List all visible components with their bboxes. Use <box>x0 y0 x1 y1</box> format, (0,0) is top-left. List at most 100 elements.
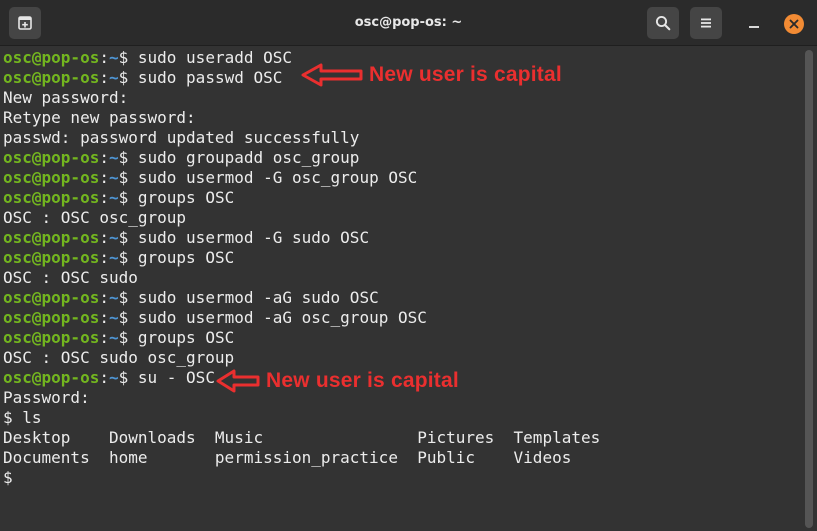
terminal-output-line: passwd: password updated successfully <box>3 128 600 148</box>
prompt-path: ~ <box>108 148 119 167</box>
annotation-callout: New user is capital <box>216 369 459 393</box>
close-icon <box>789 19 799 29</box>
terminal-output-line: Desktop Downloads Music Pictures Templat… <box>3 428 600 448</box>
prompt-path: ~ <box>108 68 119 87</box>
terminal-command-line: osc@pop-os:~$ sudo usermod -aG osc_group… <box>3 308 600 328</box>
terminal-command-line: osc@pop-os:~$ groups OSC <box>3 188 600 208</box>
output-text: Password: <box>3 388 90 407</box>
prompt-colon: : <box>99 248 109 267</box>
terminal-output-line: New password: <box>3 88 600 108</box>
command-text: sudo groupadd osc_group <box>128 148 360 167</box>
prompt-symbol: $ <box>118 228 129 247</box>
minimize-icon <box>749 26 759 28</box>
prompt-path: ~ <box>108 228 119 247</box>
output-text: $ <box>3 468 13 487</box>
minimize-button[interactable] <box>743 12 765 34</box>
prompt-path: ~ <box>108 188 119 207</box>
prompt-symbol: $ <box>118 288 129 307</box>
command-text: sudo usermod -aG sudo OSC <box>128 288 379 307</box>
hamburger-menu-icon <box>701 18 711 28</box>
terminal-window: osc@pop-os: ~ osc@pop-os:~$ sudo useradd… <box>0 0 817 531</box>
command-text: sudo useradd OSC <box>128 48 293 67</box>
prompt-path: ~ <box>108 368 119 387</box>
terminal-command-line: osc@pop-os:~$ groups OSC <box>3 248 600 268</box>
command-text: groups OSC <box>128 248 235 267</box>
search-button[interactable] <box>647 7 679 39</box>
prompt-user: osc@pop-os <box>3 368 100 387</box>
terminal-output-line: $ ls <box>3 408 600 428</box>
prompt-user: osc@pop-os <box>3 48 100 67</box>
output-text: passwd: password updated successfully <box>3 128 360 147</box>
annotation-label: New user is capital <box>369 63 562 86</box>
command-text: sudo passwd OSC <box>128 68 283 87</box>
terminal-output-line: $ <box>3 468 600 488</box>
command-text: sudo usermod -G sudo OSC <box>128 228 370 247</box>
terminal-output-line: OSC : OSC sudo osc_group <box>3 348 600 368</box>
vertical-scrollbar[interactable] <box>805 50 813 528</box>
prompt-colon: : <box>99 68 109 87</box>
left-arrow-icon <box>301 63 363 87</box>
new-tab-icon <box>18 16 32 30</box>
prompt-path: ~ <box>108 48 119 67</box>
prompt-colon: : <box>99 328 109 347</box>
prompt-colon: : <box>99 308 109 327</box>
terminal-output[interactable]: osc@pop-os:~$ sudo useradd OSC osc@pop-os… <box>0 47 803 531</box>
terminal-command-line: osc@pop-os:~$ sudo usermod -G sudo OSC <box>3 228 600 248</box>
annotation-callout: New user is capital <box>301 63 562 87</box>
command-text: su - OSC <box>128 368 215 387</box>
prompt-user: osc@pop-os <box>3 148 100 167</box>
title-bar: osc@pop-os: ~ <box>0 0 817 46</box>
prompt-user: osc@pop-os <box>3 248 100 267</box>
terminal-command-line: osc@pop-os:~$ sudo usermod -G osc_group … <box>3 168 600 188</box>
prompt-path: ~ <box>108 308 119 327</box>
terminal-output-line: Documents home permission_practice Publi… <box>3 448 600 468</box>
terminal-output-line: OSC : OSC sudo <box>3 268 600 288</box>
command-text: groups OSC <box>128 188 235 207</box>
menu-button[interactable] <box>690 7 722 39</box>
prompt-symbol: $ <box>118 48 129 67</box>
annotation-label: New user is capital <box>266 369 459 392</box>
prompt-symbol: $ <box>118 148 129 167</box>
prompt-symbol: $ <box>118 248 129 267</box>
prompt-user: osc@pop-os <box>3 308 100 327</box>
output-text: New password: <box>3 88 129 107</box>
prompt-colon: : <box>99 148 109 167</box>
prompt-colon: : <box>99 368 109 387</box>
prompt-symbol: $ <box>118 308 129 327</box>
prompt-symbol: $ <box>118 168 129 187</box>
prompt-path: ~ <box>108 168 119 187</box>
prompt-user: osc@pop-os <box>3 68 100 87</box>
prompt-colon: : <box>99 188 109 207</box>
terminal-command-line: osc@pop-os:~$ sudo usermod -aG sudo OSC <box>3 288 600 308</box>
prompt-user: osc@pop-os <box>3 228 100 247</box>
prompt-path: ~ <box>108 328 119 347</box>
prompt-symbol: $ <box>118 368 129 387</box>
left-arrow-icon <box>216 369 260 393</box>
search-icon <box>655 15 671 31</box>
close-button[interactable] <box>784 14 804 34</box>
output-text: Retype new password: <box>3 108 196 127</box>
command-text: sudo usermod -aG osc_group OSC <box>128 308 427 327</box>
output-text: OSC : OSC sudo <box>3 268 138 287</box>
prompt-symbol: $ <box>118 328 129 347</box>
new-tab-button[interactable] <box>9 7 41 39</box>
prompt-symbol: $ <box>118 188 129 207</box>
prompt-colon: : <box>99 228 109 247</box>
prompt-colon: : <box>99 288 109 307</box>
output-text: OSC : OSC sudo osc_group <box>3 348 235 367</box>
terminal-command-line: osc@pop-os:~$ groups OSC <box>3 328 600 348</box>
terminal-output-line: OSC : OSC osc_group <box>3 208 600 228</box>
prompt-path: ~ <box>108 288 119 307</box>
prompt-user: osc@pop-os <box>3 328 100 347</box>
prompt-colon: : <box>99 168 109 187</box>
prompt-user: osc@pop-os <box>3 168 100 187</box>
prompt-user: osc@pop-os <box>3 288 100 307</box>
terminal-output-line: Retype new password: <box>3 108 600 128</box>
prompt-user: osc@pop-os <box>3 188 100 207</box>
output-text: Documents home permission_practice Publi… <box>3 448 572 467</box>
prompt-colon: : <box>99 48 109 67</box>
output-text: Desktop Downloads Music Pictures Templat… <box>3 428 601 447</box>
terminal-command-line: osc@pop-os:~$ sudo groupadd osc_group <box>3 148 600 168</box>
prompt-symbol: $ <box>118 68 129 87</box>
command-text: sudo usermod -G osc_group OSC <box>128 168 418 187</box>
